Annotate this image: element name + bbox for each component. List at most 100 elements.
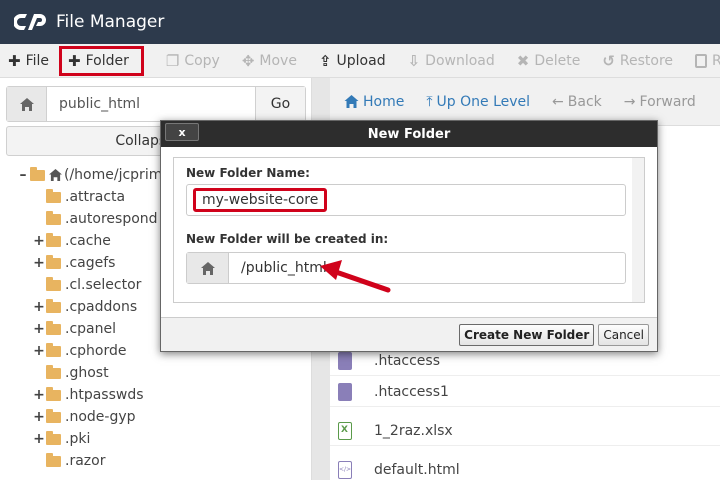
- download-button[interactable]: ⇩ Download: [408, 47, 495, 75]
- upload-icon: ⇪: [318, 51, 332, 70]
- folder-icon: [46, 188, 61, 203]
- spreadsheet-file-icon: [338, 421, 352, 440]
- up-one-level-button[interactable]: ⤒ Up One Level: [426, 94, 530, 110]
- folder-icon: [46, 254, 61, 269]
- new-folder-label: Folder: [85, 52, 129, 69]
- download-icon: ⇩: [407, 51, 421, 70]
- plus-icon: ✚: [68, 51, 81, 70]
- back-button[interactable]: ← Back: [552, 94, 602, 110]
- cpanel-logo-icon[interactable]: [14, 9, 48, 35]
- folder-name-value: my-website-core: [193, 188, 328, 212]
- expand-toggle-icon[interactable]: +: [32, 233, 46, 249]
- up-one-level-label: Up One Level: [436, 93, 531, 110]
- tree-item-label: .cl.selector: [65, 277, 142, 293]
- tree-item[interactable]: .razor: [0, 450, 312, 472]
- expand-toggle-icon[interactable]: +: [32, 343, 46, 359]
- forward-label: Forward: [639, 93, 696, 110]
- app-header: File Manager: [0, 0, 720, 44]
- expand-toggle-icon[interactable]: +: [32, 299, 46, 315]
- expand-toggle-icon[interactable]: +: [32, 409, 46, 425]
- folder-icon: [46, 364, 61, 379]
- tree-item[interactable]: + .pki: [0, 428, 312, 450]
- expand-toggle-icon[interactable]: +: [32, 321, 46, 337]
- collapse-toggle-icon[interactable]: –: [16, 167, 30, 183]
- folder-icon: [46, 386, 61, 401]
- text-file-icon: [338, 351, 352, 370]
- tree-item-label: .ghost: [65, 365, 109, 381]
- dialog-title: New Folder: [367, 126, 451, 142]
- level-up-icon: ⤒: [426, 93, 433, 110]
- app-title: File Manager: [56, 12, 165, 32]
- home-button[interactable]: Home: [344, 94, 404, 110]
- tree-item[interactable]: + .node-gyp: [0, 406, 312, 428]
- tree-item-label: .node-gyp: [65, 409, 136, 425]
- folder-icon: [46, 320, 61, 335]
- tree-item-label: .cphorde: [65, 343, 127, 359]
- tree-item-label: .htpasswds: [65, 387, 144, 403]
- rename-button[interactable]: R: [695, 47, 720, 75]
- annotation-arrow-icon: [320, 260, 391, 293]
- copy-icon: ❐: [165, 51, 180, 70]
- close-icon[interactable]: x: [165, 123, 199, 141]
- create-new-folder-button[interactable]: Create New Folder: [459, 323, 595, 346]
- folder-name-input[interactable]: my-website-core: [186, 184, 626, 216]
- download-label: Download: [425, 52, 495, 69]
- delete-button[interactable]: ✖ Delete: [517, 47, 581, 75]
- new-folder-button[interactable]: ✚ Folder: [59, 45, 144, 76]
- file-name: default.html: [374, 461, 460, 478]
- text-file-icon: [338, 382, 352, 401]
- tree-item-label: .razor: [65, 453, 106, 469]
- tree-item-label: .attracta: [65, 189, 126, 205]
- restore-button[interactable]: ↺ Restore: [602, 47, 673, 75]
- path-input[interactable]: [47, 87, 255, 121]
- arrow-left-icon: ←: [552, 93, 564, 110]
- delete-label: Delete: [534, 52, 581, 69]
- tree-item-label: .cpaddons: [65, 299, 138, 315]
- copy-label: Copy: [184, 52, 220, 69]
- tree-item-label: .cagefs: [65, 255, 116, 271]
- dialog-title-bar: x New Folder: [161, 121, 657, 147]
- folder-icon: [46, 298, 61, 313]
- main-toolbar: ✚ File ✚ Folder ❐ Copy ✥ Move ⇪ Upload ⇩…: [0, 44, 720, 78]
- file-row[interactable]: default.html: [330, 455, 720, 480]
- plus-icon: ✚: [8, 51, 21, 70]
- tree-item[interactable]: + .htpasswds: [0, 384, 312, 406]
- expand-toggle-icon[interactable]: +: [32, 431, 46, 447]
- dialog-scrollbar[interactable]: [632, 158, 644, 302]
- home-icon[interactable]: [7, 87, 47, 121]
- tree-item-label: .cpanel: [65, 321, 116, 337]
- new-file-label: File: [25, 52, 50, 69]
- location-value: /public_html: [241, 260, 327, 276]
- upload-label: Upload: [336, 52, 386, 69]
- path-bar: Go: [6, 86, 306, 122]
- file-row[interactable]: .htaccess1: [330, 377, 720, 407]
- restore-label: Restore: [619, 52, 674, 69]
- folder-icon: [46, 452, 61, 467]
- expand-toggle-icon[interactable]: +: [32, 255, 46, 271]
- cancel-button[interactable]: Cancel: [598, 323, 649, 346]
- new-folder-dialog: x New Folder New Folder Name: my-website…: [160, 120, 658, 352]
- forward-button[interactable]: → Forward: [624, 94, 696, 110]
- html-file-icon: [338, 460, 352, 479]
- home-icon: [344, 95, 359, 108]
- folder-icon: [46, 408, 61, 423]
- file-name: .htaccess: [374, 352, 440, 369]
- new-file-button[interactable]: ✚ File: [8, 47, 49, 75]
- file-row[interactable]: 1_2raz.xlsx: [330, 416, 720, 446]
- expand-toggle-icon[interactable]: +: [32, 387, 46, 403]
- rename-label: R: [712, 52, 720, 69]
- tree-item[interactable]: .ghost: [0, 362, 312, 384]
- tree-root-label: (/home/jcprim: [64, 167, 163, 183]
- go-button[interactable]: Go: [255, 87, 305, 121]
- dialog-body: New Folder Name: my-website-core New Fol…: [173, 157, 645, 303]
- upload-button[interactable]: ⇪ Upload: [319, 47, 386, 75]
- folder-icon: [46, 276, 61, 291]
- location-label: New Folder will be created in:: [186, 232, 389, 246]
- move-label: Move: [259, 52, 297, 69]
- file-name: .htaccess1: [374, 383, 449, 400]
- move-button[interactable]: ✥ Move: [242, 47, 297, 75]
- file-name: 1_2raz.xlsx: [374, 422, 453, 439]
- copy-button[interactable]: ❐ Copy: [166, 47, 220, 75]
- location-field[interactable]: /public_html: [186, 252, 626, 284]
- tree-item-label: .pki: [65, 431, 91, 447]
